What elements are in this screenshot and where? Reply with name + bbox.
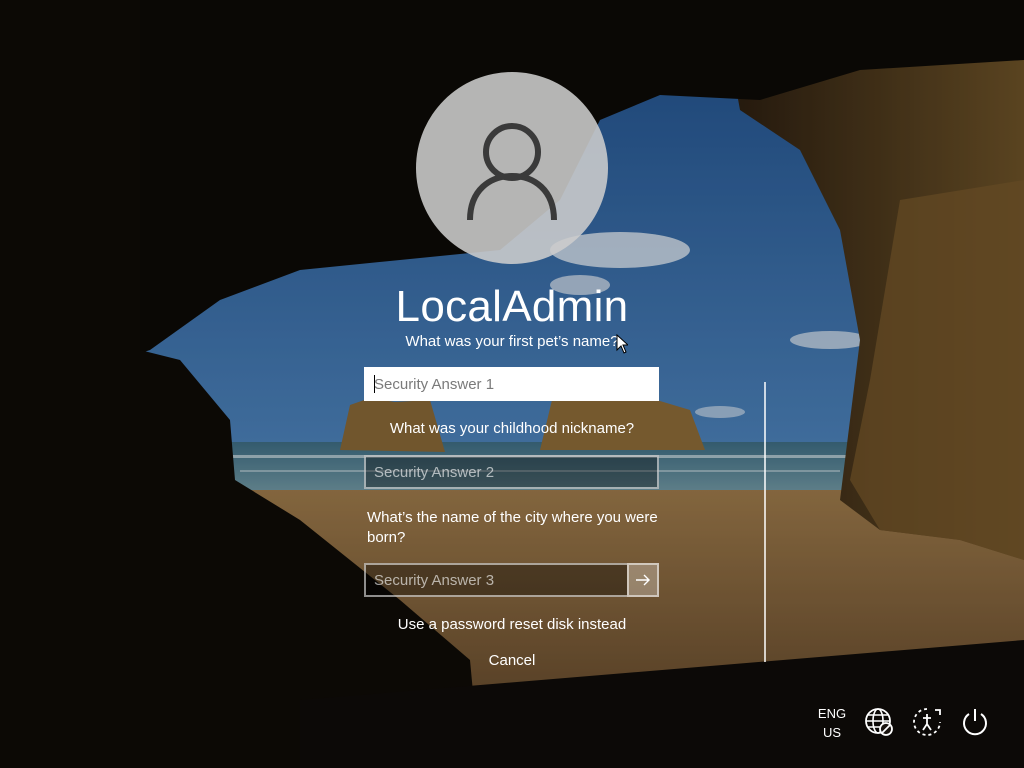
ease-of-access-icon bbox=[913, 708, 941, 736]
text-caret bbox=[374, 375, 375, 393]
ease-of-access-button[interactable] bbox=[910, 705, 944, 739]
globe-disconnected-icon bbox=[865, 708, 893, 736]
cancel-link[interactable]: Cancel bbox=[312, 652, 712, 669]
user-name: LocalAdmin bbox=[395, 282, 629, 331]
power-button[interactable] bbox=[958, 705, 992, 739]
security-question-3: What’s the name of the city where you we… bbox=[367, 509, 658, 546]
language-code: ENG bbox=[817, 706, 847, 721]
password-reset-disk-link[interactable]: Use a password reset disk instead bbox=[312, 616, 712, 633]
language-region: US bbox=[822, 725, 842, 740]
security-answer-2-input[interactable] bbox=[364, 455, 659, 489]
user-silhouette-icon bbox=[467, 123, 557, 221]
user-avatar bbox=[416, 72, 608, 264]
security-question-1: What was your first pet’s name? bbox=[405, 333, 619, 350]
power-icon bbox=[963, 709, 987, 736]
security-answer-3-input[interactable] bbox=[364, 563, 627, 597]
arrow-right-icon bbox=[636, 574, 650, 586]
security-question-2: What was your childhood nickname? bbox=[389, 420, 635, 437]
lock-screen: LocalAdmin What was your first pet’s nam… bbox=[0, 0, 1024, 768]
security-answer-1-input[interactable] bbox=[364, 367, 659, 401]
input-language-indicator[interactable]: ENG US bbox=[810, 704, 854, 742]
submit-button[interactable] bbox=[627, 563, 659, 597]
mouse-cursor-icon bbox=[616, 334, 628, 354]
network-button[interactable] bbox=[862, 705, 896, 739]
divider bbox=[764, 382, 766, 662]
